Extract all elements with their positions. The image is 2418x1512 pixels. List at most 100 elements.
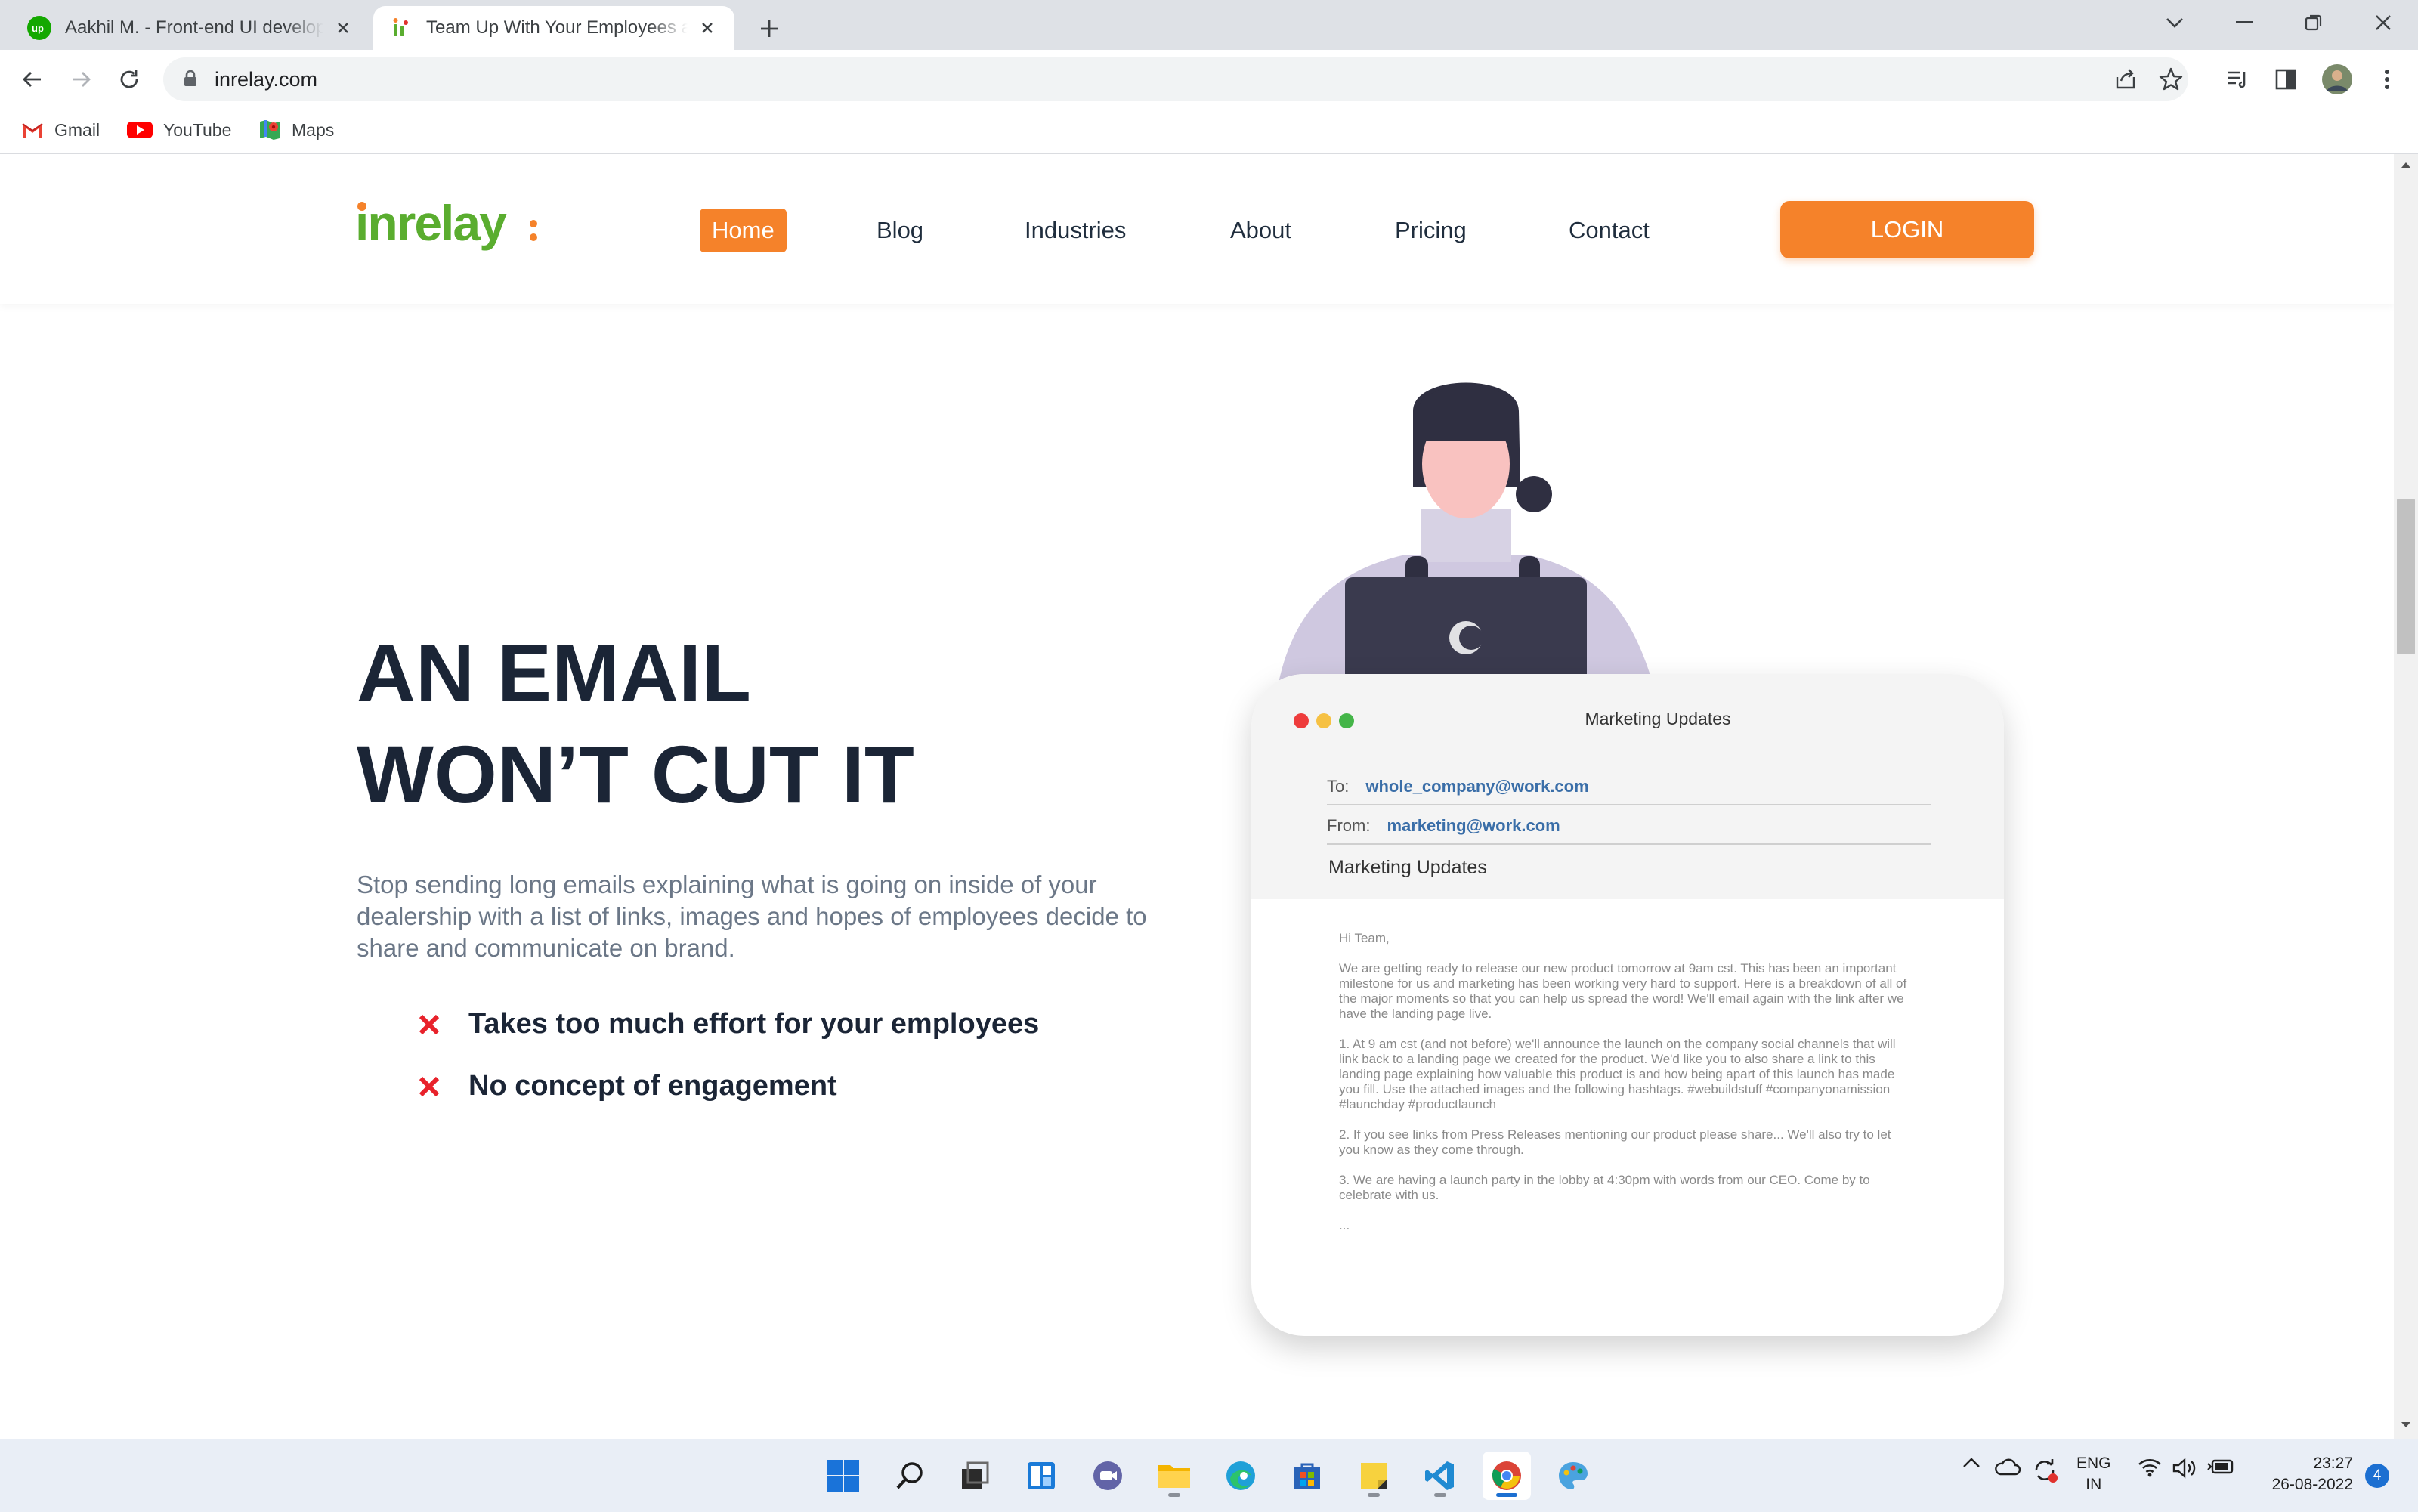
nav-about[interactable]: About xyxy=(1230,209,1291,252)
email-body: Hi Team, We are getting ready to release… xyxy=(1339,931,1913,1248)
youtube-icon xyxy=(127,121,153,139)
chrome-taskbar-icon[interactable] xyxy=(1483,1452,1531,1500)
hero-title-line: AN EMAIL xyxy=(357,627,751,719)
scroll-thumb[interactable] xyxy=(2397,499,2415,654)
volume-icon[interactable] xyxy=(2170,1458,2199,1479)
search-icon[interactable] xyxy=(886,1452,934,1500)
reload-button[interactable] xyxy=(110,60,148,98)
running-indicator xyxy=(1496,1493,1517,1497)
teams-chat-icon[interactable] xyxy=(1084,1452,1132,1500)
drawback-item: Takes too much effort for your employees xyxy=(417,1008,1039,1040)
scroll-up-arrow-icon[interactable] xyxy=(2400,159,2412,171)
drawback-text: Takes too much effort for your employees xyxy=(468,1008,1040,1040)
notification-badge[interactable]: 4 xyxy=(2365,1464,2389,1488)
close-window-button[interactable] xyxy=(2359,6,2407,39)
forward-button[interactable] xyxy=(62,60,100,98)
running-indicator xyxy=(1168,1493,1180,1497)
url-text[interactable]: inrelay.com xyxy=(215,68,317,91)
bookmark-maps[interactable]: Maps xyxy=(258,115,334,145)
new-tab-button[interactable] xyxy=(753,12,786,45)
tab-search-chevron-icon[interactable] xyxy=(2151,6,2199,39)
share-icon[interactable] xyxy=(2113,66,2138,96)
hero-title-line: WON’T CUT IT xyxy=(357,728,914,820)
cross-icon xyxy=(419,1014,440,1034)
from-value: marketing@work.com xyxy=(1387,816,1560,835)
tab-inrelay[interactable]: Team Up With Your Employees and xyxy=(373,6,734,50)
bookmark-star-icon[interactable] xyxy=(2158,66,2184,96)
system-clock[interactable]: 23:27 26-08-2022 xyxy=(2252,1453,2353,1495)
tab-title: Team Up With Your Employees and xyxy=(426,17,688,38)
battery-icon[interactable] xyxy=(2205,1458,2237,1476)
svg-text:up: up xyxy=(32,23,44,34)
tab-title: Aakhil M. - Front-end UI developer xyxy=(65,17,323,38)
maps-icon xyxy=(258,119,281,141)
tab-close-icon[interactable] xyxy=(695,16,719,40)
page-scrollbar[interactable] xyxy=(2394,154,2418,1439)
email-paragraph: We are getting ready to release our new … xyxy=(1339,961,1907,1021)
site-header: inrelay Home Blog Industries About Prici… xyxy=(0,154,2394,304)
email-paragraph: 1. At 9 am cst (and not before) we'll an… xyxy=(1339,1037,1896,1112)
bookmark-label: Maps xyxy=(292,119,335,140)
nav-home[interactable]: Home xyxy=(700,209,787,252)
task-view-icon[interactable] xyxy=(951,1452,999,1500)
store-icon[interactable] xyxy=(1283,1452,1331,1500)
email-to-field: To: whole_company@work.com xyxy=(1327,777,1931,805)
cross-icon xyxy=(419,1076,440,1096)
profile-avatar[interactable] xyxy=(2320,62,2355,97)
sync-status-icon[interactable] xyxy=(2030,1458,2061,1483)
login-button[interactable]: LOGIN xyxy=(1780,201,2034,258)
side-panel-icon[interactable] xyxy=(2268,62,2303,97)
email-paragraph: ... xyxy=(1339,1218,1350,1232)
email-window-title: Marketing Updates xyxy=(1585,709,1731,728)
tab-close-icon[interactable] xyxy=(331,16,355,40)
nav-blog[interactable]: Blog xyxy=(877,209,923,252)
browser-toolbar: inrelay.com xyxy=(0,50,2418,109)
browser-tab-strip: up Aakhil M. - Front-end UI developer Te… xyxy=(0,0,2418,50)
back-button[interactable] xyxy=(14,60,51,98)
wifi-icon[interactable] xyxy=(2135,1458,2164,1477)
chrome-menu-icon[interactable] xyxy=(2370,62,2404,97)
show-hidden-icons-chevron-icon[interactable] xyxy=(1959,1458,1984,1468)
vscode-icon[interactable] xyxy=(1416,1452,1464,1500)
nav-industries[interactable]: Industries xyxy=(1025,209,1126,252)
email-subject: Marketing Updates xyxy=(1328,857,1487,878)
running-indicator xyxy=(1434,1493,1446,1497)
email-paragraph: 3. We are having a launch party in the l… xyxy=(1339,1173,1870,1202)
email-greeting: Hi Team, xyxy=(1339,931,1390,945)
restore-button[interactable] xyxy=(2290,6,2338,39)
bookmark-gmail[interactable]: Gmail xyxy=(21,115,100,145)
hero-description: Stop sending long emails explaining what… xyxy=(357,870,1147,962)
upwork-favicon-icon: up xyxy=(27,16,51,40)
reading-list-icon[interactable] xyxy=(2220,62,2255,97)
windows-taskbar: ENG IN 23:27 26-08-2022 4 xyxy=(0,1439,2418,1512)
widgets-icon[interactable] xyxy=(1017,1452,1065,1500)
language-code: ENG xyxy=(2076,1455,2111,1472)
lock-icon[interactable] xyxy=(183,70,198,91)
drawback-item: No concept of engagement xyxy=(417,1070,837,1102)
tab-upwork[interactable]: up Aakhil M. - Front-end UI developer xyxy=(12,6,370,50)
scroll-down-arrow-icon[interactable] xyxy=(2400,1419,2412,1431)
bookmark-label: YouTube xyxy=(163,119,232,140)
address-bar[interactable]: inrelay.com xyxy=(163,57,2188,101)
to-value: whole_company@work.com xyxy=(1365,777,1589,796)
language-indicator[interactable]: ENG IN xyxy=(2076,1453,2111,1495)
email-from-field: From: marketing@work.com xyxy=(1327,816,1931,845)
email-mockup-card: Marketing Updates To: whole_company@work.… xyxy=(1251,674,2004,1336)
sticky-notes-icon[interactable] xyxy=(1350,1452,1398,1500)
running-indicator xyxy=(1368,1493,1380,1497)
start-button[interactable] xyxy=(819,1452,867,1500)
edge-icon[interactable] xyxy=(1217,1452,1265,1500)
bookmark-youtube[interactable]: YouTube xyxy=(127,115,231,145)
onedrive-icon[interactable] xyxy=(1992,1458,2022,1476)
paint-app-icon[interactable] xyxy=(1549,1452,1597,1500)
page-viewport: inrelay Home Blog Industries About Prici… xyxy=(0,154,2394,1439)
minimize-button[interactable] xyxy=(2220,6,2268,39)
drawback-text: No concept of engagement xyxy=(468,1070,837,1102)
nav-contact[interactable]: Contact xyxy=(1569,209,1650,252)
nav-pricing[interactable]: Pricing xyxy=(1395,209,1467,252)
clock-time: 23:27 xyxy=(2313,1455,2353,1472)
file-explorer-icon[interactable] xyxy=(1150,1452,1198,1500)
bookmarks-bar: Gmail YouTube Maps xyxy=(0,109,2418,154)
email-paragraph: 2. If you see links from Press Releases … xyxy=(1339,1127,1891,1157)
inrelay-logo[interactable]: inrelay xyxy=(355,195,544,269)
